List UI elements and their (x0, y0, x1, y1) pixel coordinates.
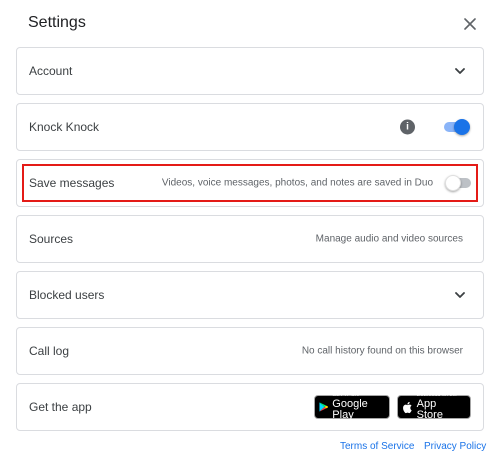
google-play-icon (319, 402, 329, 412)
close-icon (464, 18, 476, 30)
app-store-text: Download on the App Store (417, 393, 464, 421)
sources-row[interactable]: Sources Manage audio and video sources (16, 215, 484, 263)
blocked-users-expand-button[interactable] (453, 288, 467, 302)
google-play-badge[interactable]: GET IT ON Google Play (314, 393, 390, 421)
close-button[interactable] (459, 13, 481, 35)
knock-knock-label: Knock Knock (29, 120, 100, 134)
info-icon[interactable]: i (400, 119, 415, 135)
google-play-big-text: Google Play (332, 398, 368, 421)
privacy-policy-link[interactable]: Privacy Policy (424, 441, 486, 452)
call-log-description: No call history found on this browser (301, 345, 463, 357)
settings-dialog: Settings Account Knock Knock i Save mess… (0, 0, 500, 470)
blocked-users-row[interactable]: Blocked users (16, 271, 484, 319)
call-log-row[interactable]: Call log No call history found on this b… (16, 327, 484, 375)
apple-icon (403, 401, 412, 413)
account-row[interactable]: Account (16, 47, 484, 95)
chevron-down-icon (455, 291, 465, 298)
get-app-label: Get the app (29, 400, 92, 414)
knock-knock-toggle[interactable] (442, 119, 470, 135)
app-store-badge[interactable]: Download on the App Store (397, 393, 471, 421)
knock-knock-row: Knock Knock i (16, 103, 484, 151)
chevron-down-icon (455, 67, 465, 74)
toggle-thumb (454, 119, 470, 135)
call-log-label: Call log (29, 344, 70, 358)
dialog-title: Settings (28, 14, 86, 31)
google-play-text: GET IT ON Google Play (332, 393, 383, 421)
sources-label: Sources (29, 232, 74, 246)
account-expand-button[interactable] (453, 64, 467, 78)
app-store-big-text: App Store (416, 398, 443, 421)
terms-of-service-link[interactable]: Terms of Service (340, 441, 414, 452)
account-label: Account (29, 64, 73, 78)
highlight-box (22, 164, 478, 202)
get-app-row: Get the app GET IT ON Google Play Downlo… (16, 383, 484, 431)
sources-description: Manage audio and video sources (315, 233, 463, 245)
blocked-users-label: Blocked users (29, 288, 105, 302)
